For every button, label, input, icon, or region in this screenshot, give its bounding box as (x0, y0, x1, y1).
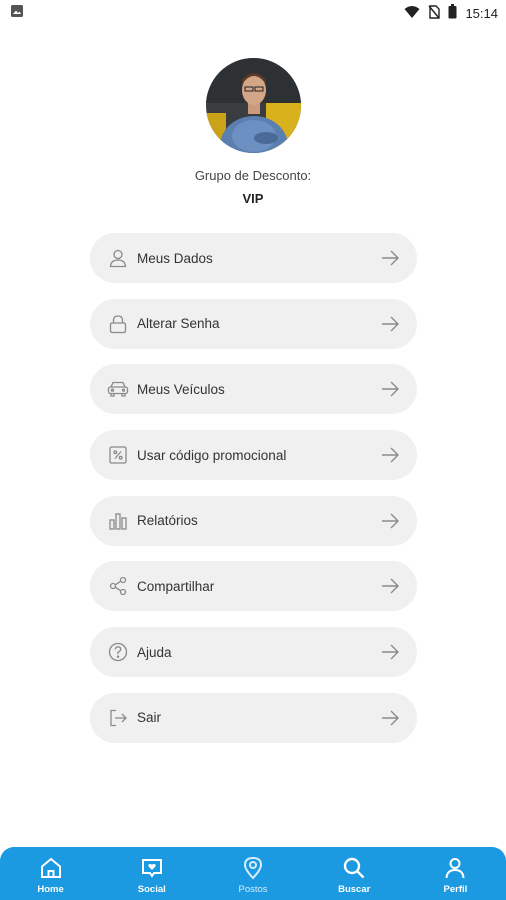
wifi-icon (404, 5, 420, 22)
arrow-right-icon (379, 378, 401, 400)
profile-menu: Meus Dados Alterar Senha Meus Veículos U… (90, 233, 417, 759)
menu-item-label: Ajuda (137, 644, 172, 660)
help-icon (107, 641, 129, 663)
lock-icon (107, 313, 129, 335)
menu-item-sair[interactable]: Sair (90, 692, 417, 743)
bar-chart-icon (107, 510, 129, 532)
arrow-right-icon (379, 641, 401, 663)
menu-item-label: Meus Dados (137, 250, 213, 266)
status-time: 15:14 (465, 5, 498, 21)
gallery-notification-icon (10, 4, 24, 23)
battery-icon (448, 4, 457, 22)
menu-item-label: Alterar Senha (137, 316, 220, 332)
nav-item-postos[interactable]: Postos (202, 847, 303, 900)
discount-group-label: Grupo de Desconto: (194, 168, 312, 183)
status-bar: 15:14 (0, 0, 506, 26)
discount-group-value: VIP (242, 191, 264, 206)
arrow-right-icon (379, 313, 401, 335)
nav-label: Buscar (338, 884, 371, 895)
user-icon (107, 247, 129, 269)
menu-item-label: Usar código promocional (137, 447, 287, 463)
no-sim-icon (428, 4, 441, 22)
arrow-right-icon (379, 575, 401, 597)
menu-item-meus-veiculos[interactable]: Meus Veículos (90, 364, 417, 415)
nav-item-perfil[interactable]: Perfil (405, 847, 506, 900)
share-icon (107, 575, 129, 597)
nav-item-buscar[interactable]: Buscar (304, 847, 405, 900)
menu-item-alterar-senha[interactable]: Alterar Senha (90, 298, 417, 349)
nav-label: Social (137, 884, 166, 895)
person-icon (442, 855, 468, 881)
bottom-nav: Home Social Postos Buscar Perfil (0, 847, 506, 900)
menu-item-label: Relatórios (137, 513, 198, 529)
nav-item-home[interactable]: Home (0, 847, 101, 900)
social-icon (139, 855, 165, 881)
menu-item-label: Sair (137, 710, 162, 726)
search-icon (341, 855, 367, 881)
logout-icon (107, 707, 129, 729)
location-pin-icon (240, 855, 266, 881)
menu-item-compartilhar[interactable]: Compartilhar (90, 561, 417, 612)
menu-item-codigo-promocional[interactable]: Usar código promocional (90, 430, 417, 481)
arrow-right-icon (379, 444, 401, 466)
percent-icon (107, 444, 129, 466)
avatar[interactable] (206, 58, 301, 153)
menu-item-meus-dados[interactable]: Meus Dados (90, 233, 417, 283)
arrow-right-icon (379, 510, 401, 532)
home-icon (38, 855, 64, 881)
nav-label: Home (37, 884, 64, 895)
menu-item-ajuda[interactable]: Ajuda (90, 627, 417, 678)
menu-item-label: Meus Veículos (137, 381, 225, 397)
nav-label: Perfil (443, 884, 468, 895)
menu-item-relatorios[interactable]: Relatórios (90, 495, 417, 546)
menu-item-label: Compartilhar (137, 578, 215, 594)
nav-item-social[interactable]: Social (101, 847, 202, 900)
arrow-right-icon (379, 247, 401, 269)
car-icon (107, 378, 129, 400)
nav-label: Postos (238, 884, 268, 895)
arrow-right-icon (379, 707, 401, 729)
